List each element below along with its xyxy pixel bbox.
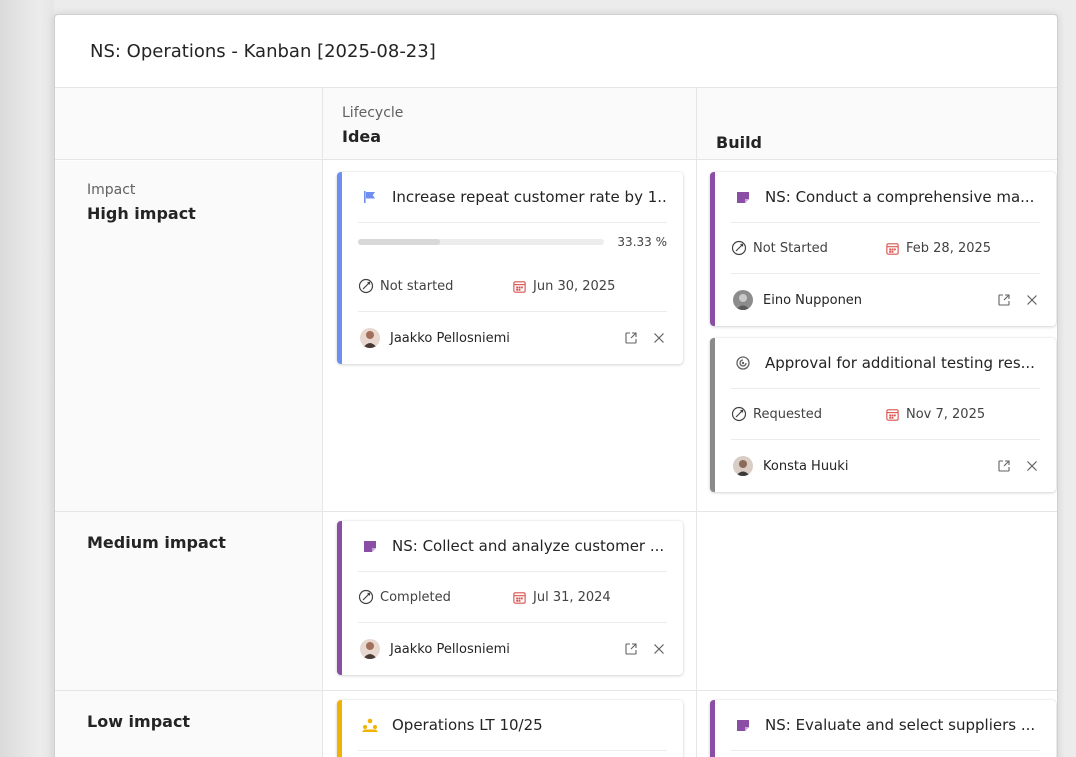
kanban-card[interactable]: Approval for additional testing res... R… [710, 338, 1056, 492]
flag-icon [360, 187, 380, 207]
date-text: Nov 7, 2025 [906, 406, 986, 422]
open-external-icon[interactable] [623, 641, 639, 657]
status-text: Not started [380, 278, 454, 294]
calendar-icon [513, 591, 526, 604]
due-date-field[interactable]: Feb 28, 2025 [885, 241, 991, 256]
card-meta-row: Not started Jun 30, 2025 [342, 261, 683, 311]
open-external-icon[interactable] [996, 458, 1012, 474]
row-header-low-impact: Low impact [87, 706, 190, 731]
assignee-name[interactable]: Eino Nupponen [763, 293, 862, 308]
avatar [733, 290, 753, 310]
column-header-row [55, 88, 1057, 160]
board-header: NS: Operations - Kanban [2025-08-23] [55, 15, 1057, 88]
card-title[interactable]: Approval for additional testing res... [765, 354, 1035, 372]
card-title[interactable]: NS: Collect and analyze customer ... [392, 537, 664, 555]
avatar [360, 328, 380, 348]
row-header-high-impact: Impact High impact [87, 182, 196, 223]
row-label-low-impact: Low impact [87, 712, 191, 731]
approval-icon [733, 353, 753, 373]
card-meta-row: Not Started Feb 28, 2025 [715, 223, 1056, 273]
card-person-row: Jaakko Pellosniemi [342, 623, 683, 675]
calendar-icon [886, 408, 899, 421]
due-date-field[interactable]: Nov 7, 2025 [885, 407, 985, 422]
card-title[interactable]: Increase repeat customer rate by 1... [392, 188, 667, 206]
card-person-row: Jaakko Pellosniemi [342, 312, 683, 364]
date-text: Feb 28, 2025 [906, 240, 992, 256]
assignee-name[interactable]: Jaakko Pellosniemi [390, 331, 510, 346]
status-text: Completed [380, 589, 451, 605]
close-icon[interactable] [1024, 458, 1040, 474]
status-field[interactable]: Requested [731, 406, 885, 422]
avatar [360, 639, 380, 659]
status-icon [731, 406, 747, 422]
progress-row: 33.33 % [342, 223, 683, 261]
status-icon [358, 278, 374, 294]
kanban-card[interactable]: Increase repeat customer rate by 1... 33… [337, 172, 683, 364]
open-external-icon[interactable] [996, 292, 1012, 308]
status-text: Not Started [753, 240, 828, 256]
row-divider [55, 511, 1057, 512]
row-header-medium-impact: Medium impact [87, 527, 226, 552]
team-icon [360, 715, 380, 735]
column-divider [696, 88, 697, 757]
card-meta-row: Requested Nov 7, 2025 [715, 389, 1056, 439]
due-date-field[interactable]: Jun 30, 2025 [512, 279, 615, 294]
card-title[interactable]: Operations LT 10/25 [392, 716, 543, 734]
close-icon[interactable] [651, 641, 667, 657]
kanban-card[interactable]: NS: Conduct a comprehensive ma... Not St… [710, 172, 1056, 326]
progress-bar [358, 239, 604, 245]
task-icon [733, 715, 753, 735]
row-label-medium-impact: Medium impact [87, 533, 226, 552]
close-icon[interactable] [651, 330, 667, 346]
due-date-field[interactable]: Jul 31, 2024 [512, 590, 611, 605]
progress-label: 33.33 % [617, 235, 667, 249]
task-icon [360, 536, 380, 556]
board-title: NS: Operations - Kanban [2025-08-23] [90, 40, 436, 62]
assignee-name[interactable]: Konsta Huuki [763, 459, 848, 474]
kanban-card[interactable]: Operations LT 10/25 [337, 700, 683, 757]
avatar [733, 456, 753, 476]
card-person-row: Konsta Huuki [715, 440, 1056, 492]
kanban-card[interactable]: NS: Evaluate and select suppliers ... [710, 700, 1056, 757]
column-label-idea: Idea [342, 127, 382, 146]
column-header-build: Build [716, 127, 762, 152]
task-icon [733, 187, 753, 207]
row-label-high-impact: High impact [87, 204, 196, 223]
close-icon[interactable] [1024, 292, 1040, 308]
card-person-row: Eino Nupponen [715, 274, 1056, 326]
assignee-name[interactable]: Jaakko Pellosniemi [390, 642, 510, 657]
card-title[interactable]: NS: Conduct a comprehensive ma... [765, 188, 1034, 206]
kanban-board: NS: Operations - Kanban [2025-08-23] Lif… [54, 14, 1058, 757]
column-label-build: Build [716, 133, 763, 152]
card-meta-row: Completed Jul 31, 2024 [342, 572, 683, 622]
date-text: Jun 30, 2025 [533, 278, 616, 294]
kanban-card[interactable]: NS: Collect and analyze customer ... Com… [337, 521, 683, 675]
card-separator [731, 750, 1040, 751]
calendar-icon [886, 242, 899, 255]
column-group-label: Lifecycle [342, 105, 404, 121]
status-field[interactable]: Not Started [731, 240, 885, 256]
status-icon [358, 589, 374, 605]
date-text: Jul 31, 2024 [533, 589, 611, 605]
progress-fill [358, 239, 440, 245]
status-field[interactable]: Not started [358, 278, 512, 294]
status-icon [731, 240, 747, 256]
column-divider [322, 88, 323, 757]
card-separator [358, 750, 667, 751]
status-field[interactable]: Completed [358, 589, 512, 605]
column-header-idea: Lifecycle Idea [342, 105, 403, 146]
open-external-icon[interactable] [623, 330, 639, 346]
card-title[interactable]: NS: Evaluate and select suppliers ... [765, 716, 1035, 734]
status-text: Requested [753, 406, 823, 422]
calendar-icon [513, 280, 526, 293]
row-group-label: Impact [87, 182, 136, 198]
row-divider [55, 690, 1057, 691]
